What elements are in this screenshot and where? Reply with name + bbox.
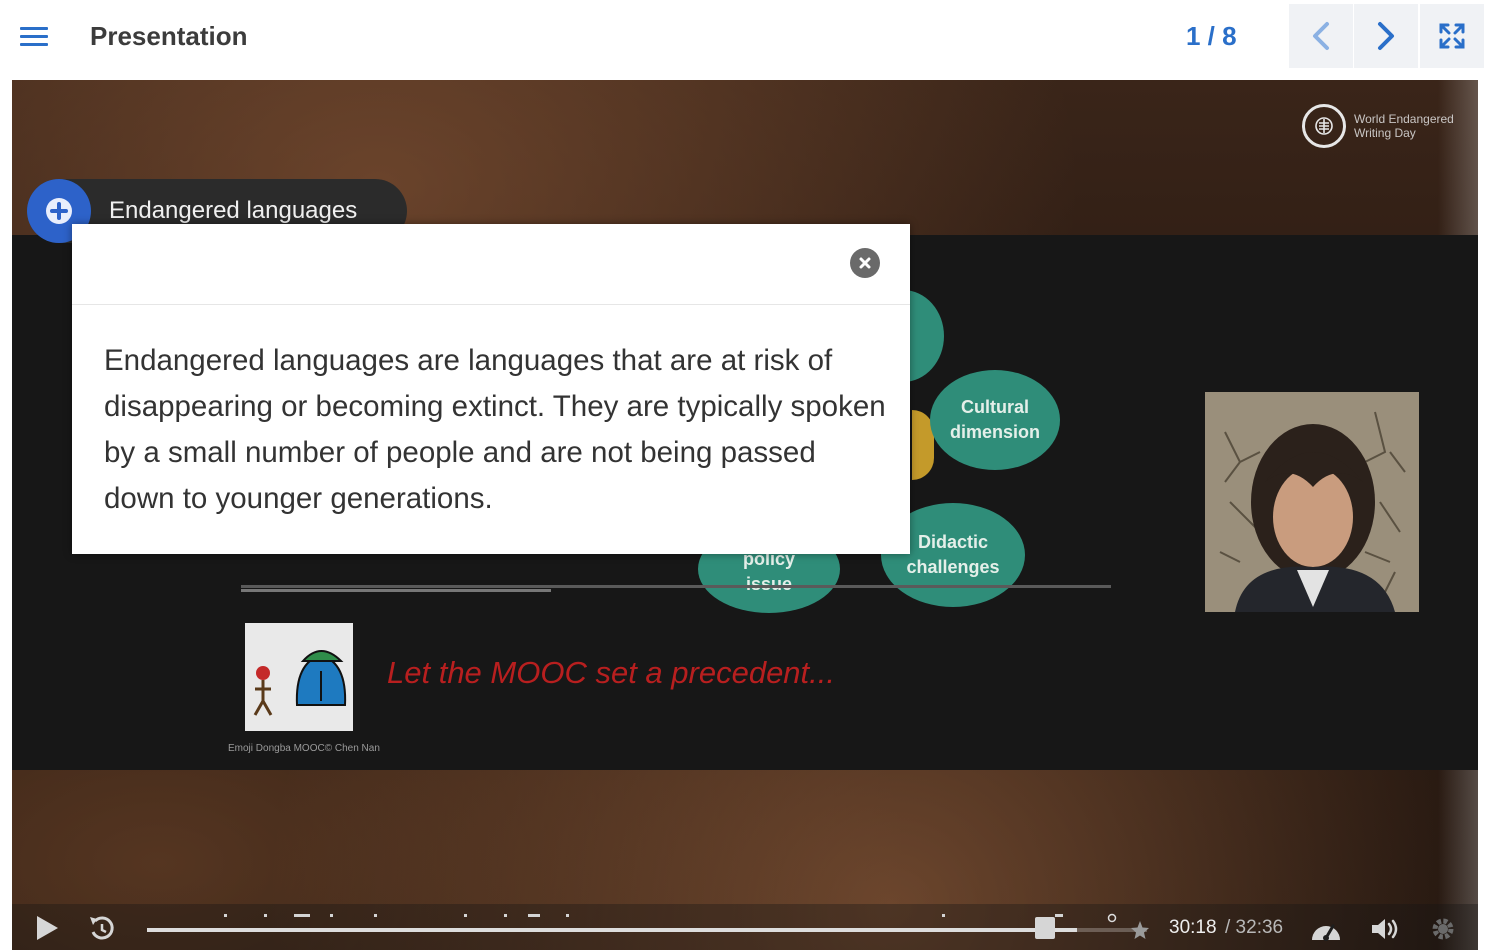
bookmark-marker[interactable] xyxy=(1055,914,1063,917)
video-controls-bar: 30:18 / 32:36 xyxy=(12,904,1478,950)
play-icon xyxy=(37,916,58,940)
menu-icon[interactable] xyxy=(18,24,52,50)
bookmark-marker[interactable] xyxy=(264,914,267,917)
slide-counter: 1 / 8 xyxy=(1186,21,1237,51)
chevron-left-icon xyxy=(1313,22,1329,50)
top-bar: Presentation 1 / 8 xyxy=(0,0,1496,80)
current-time: 30:18 xyxy=(1169,917,1217,938)
divider-line-lower xyxy=(241,589,551,592)
end-marker-icon xyxy=(1107,910,1117,928)
play-button[interactable] xyxy=(34,914,60,947)
close-icon xyxy=(859,257,871,269)
image-credit: Emoji Dongba MOOC© Chen Nan xyxy=(228,743,380,754)
presentation-title: Presentation xyxy=(90,21,248,51)
logo-text-line2: Writing Day xyxy=(1354,126,1416,140)
bookmark-marker[interactable] xyxy=(528,914,540,917)
bookmark-marker[interactable] xyxy=(566,914,569,917)
close-popup-button[interactable] xyxy=(850,248,880,278)
progress-handle[interactable] xyxy=(1035,917,1055,939)
bookmark-marker[interactable] xyxy=(330,914,333,917)
divider-line xyxy=(241,585,1111,588)
star-icon[interactable] xyxy=(1130,920,1150,945)
gear-icon xyxy=(1432,918,1454,940)
speedometer-icon xyxy=(1312,924,1340,941)
info-popup: Endangered languages are languages that … xyxy=(72,224,910,554)
settings-button[interactable] xyxy=(1430,916,1456,947)
progress-track[interactable] xyxy=(147,928,1147,932)
slide-tagline: Let the MOOC set a precedent... xyxy=(387,655,836,690)
world-endangered-writing-day-logo: World Endangered Writing Day xyxy=(1302,104,1454,148)
fullscreen-button[interactable] xyxy=(1420,4,1484,68)
popup-body-text: Endangered languages are languages that … xyxy=(104,344,886,515)
logo-text-line1: World Endangered xyxy=(1354,112,1454,126)
bookmark-marker[interactable] xyxy=(374,914,377,917)
progress-played xyxy=(147,928,1077,932)
bookmark-marker[interactable] xyxy=(464,914,467,917)
presenter-webcam-video xyxy=(1205,392,1419,612)
logo-emblem-icon xyxy=(1302,104,1346,148)
dongba-emoji-image xyxy=(245,623,353,731)
volume-icon xyxy=(1372,919,1398,939)
bookmark-marker[interactable] xyxy=(224,914,227,917)
concept-bubble-cultural-dimension: Cultural dimension xyxy=(930,370,1060,470)
rewind-icon xyxy=(90,916,114,940)
volume-button[interactable] xyxy=(1370,916,1402,947)
hotspot-label: Endangered languages xyxy=(109,197,358,224)
bookmark-marker[interactable] xyxy=(504,914,507,917)
total-duration: / 32:36 xyxy=(1225,917,1284,938)
bookmark-marker[interactable] xyxy=(942,914,945,917)
chevron-right-icon xyxy=(1378,22,1394,50)
previous-slide-button[interactable] xyxy=(1289,4,1353,68)
next-slide-button[interactable] xyxy=(1354,4,1418,68)
playback-speed-button[interactable] xyxy=(1310,916,1342,947)
fullscreen-icon xyxy=(1439,23,1465,49)
bookmark-marker[interactable] xyxy=(294,914,310,917)
rewind-10-button[interactable] xyxy=(88,914,116,947)
popup-header xyxy=(72,224,910,305)
